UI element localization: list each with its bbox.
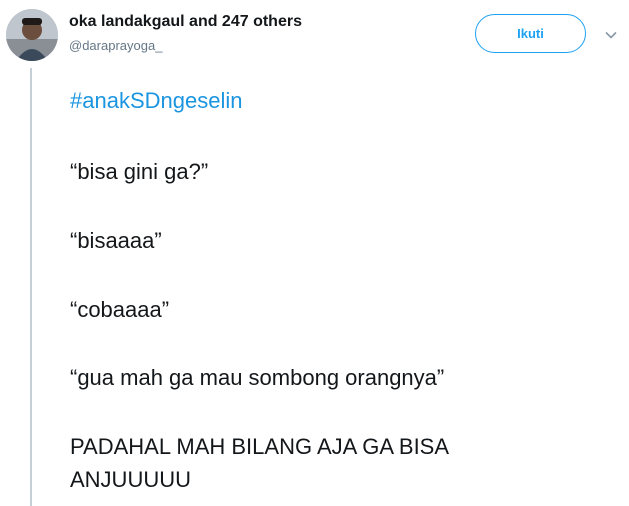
tweet-line: ANJUUUUU: [70, 467, 191, 492]
tweet-line: PADAHAL MAH BILANG AJA GA BISA: [70, 434, 450, 459]
hashtag-link[interactable]: #anakSDngeselin: [70, 88, 242, 114]
tweet: oka landakgaul and 247 others @daraprayo…: [0, 0, 629, 506]
follow-button[interactable]: Ikuti: [475, 14, 586, 53]
chevron-down-icon[interactable]: [604, 28, 618, 42]
thread-line: [30, 68, 32, 506]
tweet-line: “cobaaaa”: [70, 297, 170, 322]
display-name[interactable]: oka landakgaul and 247 others: [69, 13, 302, 31]
tweet-line: “gua mah ga mau sombong orangnya”: [70, 365, 445, 390]
user-handle[interactable]: @daraprayoga_: [69, 38, 162, 53]
tweet-line: “bisa gini ga?”: [70, 159, 209, 184]
avatar[interactable]: [6, 9, 58, 61]
tweet-line: “bisaaaa”: [70, 228, 162, 253]
